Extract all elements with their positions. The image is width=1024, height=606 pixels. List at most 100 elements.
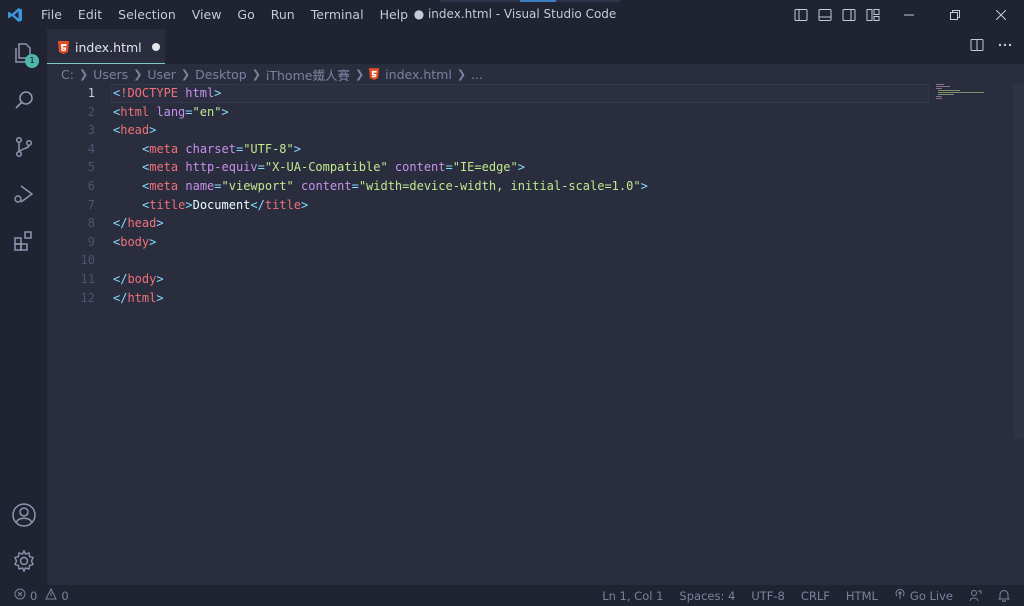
warning-count: 0 (61, 588, 69, 603)
code-line[interactable]: <meta http-equiv="X-UA-Compatible" conte… (113, 158, 648, 177)
breadcrumb-more[interactable]: ... (471, 67, 483, 82)
code-line[interactable]: <!DOCTYPE html> (113, 84, 648, 103)
notifications-bell-icon[interactable] (998, 589, 1010, 602)
language-mode[interactable]: HTML (846, 589, 878, 603)
status-bar: 0 0 Ln 1, Col 1 Spaces: 4 UTF-8 CRLF HTM… (0, 585, 1024, 606)
code-token: name (185, 178, 215, 193)
explorer-badge: 1 (25, 54, 39, 68)
run-debug-icon[interactable] (0, 170, 47, 217)
line-number: 3 (87, 123, 95, 138)
code-token: = (185, 104, 193, 119)
explorer-icon[interactable]: 1 (0, 29, 47, 76)
go-live-label: Go Live (909, 588, 953, 603)
vertical-scrollbar[interactable] (1013, 84, 1024, 439)
restore-icon[interactable] (932, 0, 978, 29)
search-icon[interactable] (0, 76, 47, 123)
settings-gear-icon[interactable] (0, 537, 47, 584)
line-number: 2 (87, 104, 95, 119)
menu-view[interactable]: View (184, 0, 230, 29)
code-token: "width=device-width, initial-scale=1.0" (358, 178, 641, 193)
code-token: </ (113, 216, 128, 231)
menu-edit[interactable]: Edit (70, 0, 110, 29)
code-token: title (264, 197, 301, 212)
window-controls (790, 0, 1024, 29)
code-lines[interactable]: <!DOCTYPE html> <html lang="en"> <head> <me… (113, 84, 648, 307)
toggle-secondary-sidebar-icon[interactable] (838, 0, 860, 29)
line-number: 5 (87, 160, 95, 175)
menu-run[interactable]: Run (263, 0, 303, 29)
code-line[interactable]: </head> (113, 214, 648, 233)
split-editor-icon[interactable] (970, 38, 984, 55)
code-token: = (257, 160, 265, 175)
code-line[interactable] (113, 251, 648, 270)
code-token: </ (250, 197, 265, 212)
code-line[interactable]: <title>Document</title> (113, 196, 648, 215)
activity-bar: 1 (0, 29, 47, 585)
code-line[interactable]: </html> (113, 289, 648, 308)
problems-status[interactable]: 0 0 (14, 585, 69, 606)
code-token: !DOCTYPE (120, 86, 179, 100)
menu-terminal[interactable]: Terminal (303, 0, 372, 29)
source-control-icon[interactable] (0, 123, 47, 170)
customize-layout-icon[interactable] (862, 0, 884, 29)
feedback-icon[interactable] (969, 589, 982, 602)
code-line[interactable]: <html lang="en"> (113, 103, 648, 122)
chevron-right-icon: ❯ (456, 67, 467, 81)
line-ending[interactable]: CRLF (801, 589, 830, 603)
breadcrumb-item[interactable]: iThome鐵人賽 (266, 65, 350, 84)
encoding[interactable]: UTF-8 (751, 589, 785, 603)
menu-bar: File Edit Selection View Go Run Terminal… (33, 0, 416, 29)
code-token: Document (192, 197, 251, 212)
cursor-position[interactable]: Ln 1, Col 1 (602, 589, 663, 603)
error-count: 0 (30, 588, 38, 603)
code-editor[interactable]: 1 2 3 4 5 6 7 8 9 10 11 12 <!DOCTYPE html> <html lan… (47, 84, 1024, 585)
menu-selection[interactable]: Selection (110, 0, 184, 29)
extensions-icon[interactable] (0, 217, 47, 264)
close-icon[interactable] (978, 0, 1024, 29)
line-number: 12 (80, 290, 95, 305)
more-actions-icon[interactable] (998, 38, 1012, 55)
breadcrumb-file[interactable]: index.html (385, 67, 452, 82)
code-token: meta (149, 178, 179, 193)
code-token: = (445, 160, 453, 175)
tab-index-html[interactable]: index.html (47, 29, 165, 64)
breadcrumb-item[interactable]: Users (93, 67, 128, 82)
go-live-button[interactable]: Go Live (894, 588, 953, 603)
warning-icon (45, 587, 58, 603)
chevron-right-icon: ❯ (251, 67, 261, 81)
account-icon[interactable] (0, 491, 47, 538)
code-token: > (640, 178, 648, 193)
toggle-sidebar-icon[interactable] (790, 0, 812, 29)
breadcrumb-item[interactable]: User (147, 67, 176, 82)
breadcrumb-item[interactable]: Desktop (195, 67, 247, 82)
menu-file[interactable]: File (33, 0, 70, 29)
broadcast-icon (894, 588, 906, 603)
code-token: body (120, 234, 150, 249)
code-line[interactable]: <meta name="viewport" content="width=dev… (113, 177, 648, 196)
indentation[interactable]: Spaces: 4 (679, 589, 735, 603)
code-token: > (300, 197, 309, 212)
code-line[interactable]: <body> (113, 233, 648, 252)
code-token: html (185, 86, 215, 100)
tab-bar: index.html (47, 29, 1024, 64)
chevron-right-icon: ❯ (354, 67, 365, 81)
vscode-logo-icon (0, 0, 30, 29)
breadcrumb: C: ❯ Users ❯ User ❯ Desktop ❯ iThome鐵人賽 … (47, 64, 1024, 84)
window-title: ● index.html - Visual Studio Code (413, 7, 617, 21)
menu-go[interactable]: Go (229, 0, 262, 29)
unsaved-dot-icon[interactable] (151, 43, 160, 51)
code-token: head (127, 216, 157, 231)
minimize-icon[interactable] (886, 0, 932, 29)
toggle-panel-icon[interactable] (814, 0, 836, 29)
chevron-right-icon: ❯ (78, 67, 89, 81)
code-line[interactable]: </body> (113, 270, 648, 289)
code-token: > (221, 104, 229, 119)
minimap[interactable] (934, 84, 1014, 104)
code-line[interactable]: <meta charset="UTF-8"> (113, 140, 648, 159)
code-token: > (156, 271, 164, 286)
code-line[interactable]: <head> (113, 121, 648, 140)
html5-file-icon (369, 68, 380, 80)
breadcrumb-item[interactable]: C: (61, 67, 74, 82)
code-token: > (149, 123, 157, 138)
code-token: = (351, 178, 359, 193)
